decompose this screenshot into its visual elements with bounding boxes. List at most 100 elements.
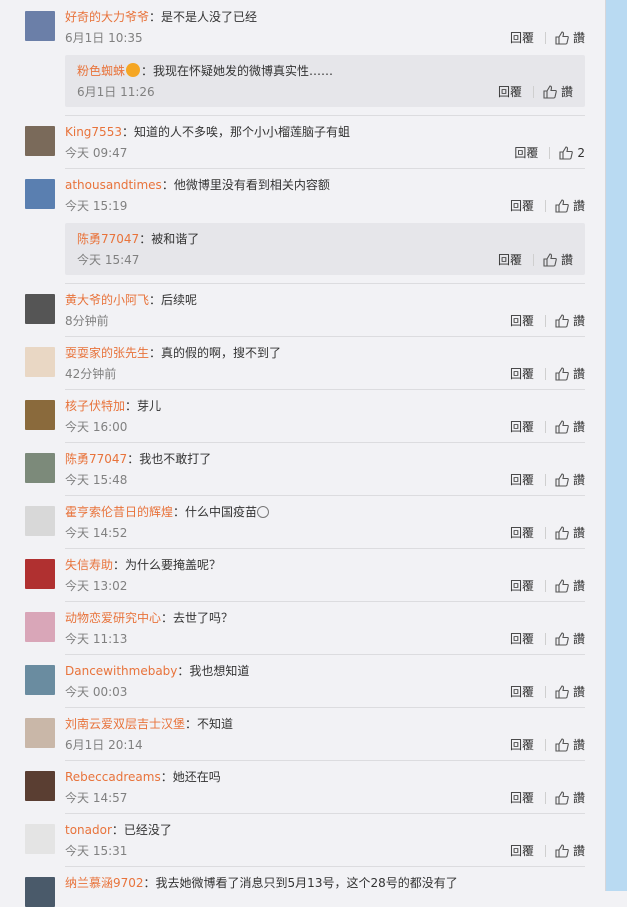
like-button[interactable]: 讚	[555, 737, 585, 753]
reply-button[interactable]: 回覆	[510, 472, 534, 488]
reply-button[interactable]: 回覆	[510, 313, 534, 329]
comment-timestamp: 今天 15:47	[77, 253, 140, 267]
user-avatar[interactable]	[25, 824, 55, 854]
thumbs-up-icon	[555, 526, 573, 540]
user-avatar[interactable]	[25, 11, 55, 41]
username-link[interactable]: 霍亨索伦昔日的辉煌	[65, 505, 173, 519]
reply-button[interactable]: 回覆	[510, 843, 534, 859]
user-avatar[interactable]	[25, 294, 55, 324]
comment-line: tonador：已经没了	[65, 822, 172, 838]
action-divider	[544, 474, 546, 486]
comment-text: ：她还在吗	[160, 770, 221, 784]
comment-actions: 回覆 讚	[510, 198, 585, 214]
like-button[interactable]: 讚	[555, 198, 585, 214]
right-sidebar	[606, 0, 627, 891]
user-avatar[interactable]	[25, 506, 55, 536]
reply-button[interactable]: 回覆	[510, 684, 534, 700]
like-button[interactable]: 讚	[543, 252, 573, 268]
reply-button[interactable]: 回覆	[510, 198, 534, 214]
like-button[interactable]: 讚	[555, 684, 585, 700]
user-avatar[interactable]	[25, 400, 55, 430]
reply-button[interactable]: 回覆	[510, 631, 534, 647]
action-divider	[544, 315, 546, 327]
user-avatar[interactable]	[25, 453, 55, 483]
reply-button[interactable]: 回覆	[510, 790, 534, 806]
like-button[interactable]: 讚	[555, 472, 585, 488]
comment-text: ：芽儿	[125, 399, 162, 413]
action-divider	[544, 200, 546, 212]
like-label: 2	[577, 146, 585, 160]
username-link[interactable]: 黄大爷的小阿飞	[65, 293, 149, 307]
username-link[interactable]: 动物恋爱研究中心	[65, 611, 161, 625]
username-link[interactable]: 粉色蜘蛛	[77, 64, 125, 78]
like-button[interactable]: 讚	[555, 578, 585, 594]
reply-button[interactable]: 回覆	[510, 366, 534, 382]
username-link[interactable]: 刘南云爱双层吉士汉堡	[65, 717, 185, 731]
like-button[interactable]: 讚	[555, 30, 585, 46]
reply-button[interactable]: 回覆	[510, 419, 534, 435]
username-link[interactable]: 好奇的大力爷爷	[65, 10, 149, 24]
comment-line: 动物恋爱研究中心：去世了吗？	[65, 610, 233, 626]
action-divider	[544, 686, 546, 698]
like-button[interactable]: 讚	[555, 525, 585, 541]
comment-actions: 回覆 讚	[510, 472, 585, 488]
action-divider	[544, 580, 546, 592]
comment-timestamp: 今天 14:52	[65, 526, 128, 540]
like-button[interactable]: 讚	[555, 366, 585, 382]
comment-text: ：是不是人没了已经	[149, 10, 258, 24]
reply-button[interactable]: 回覆	[510, 525, 534, 541]
thumbs-up-icon	[555, 844, 573, 858]
username-link[interactable]: tonador	[65, 823, 112, 837]
reply-button[interactable]: 回覆	[510, 30, 534, 46]
reply-button[interactable]: 回覆	[510, 578, 534, 594]
comment-divider	[65, 707, 585, 708]
comment-timestamp: 6月1日 10:35	[65, 31, 143, 45]
username-link[interactable]: 陈勇77047	[77, 232, 139, 246]
reply-button[interactable]: 回覆	[498, 252, 522, 268]
action-divider	[544, 633, 546, 645]
username-link[interactable]: 纳兰慕涵9702	[65, 876, 144, 890]
user-avatar[interactable]	[25, 126, 55, 156]
like-button[interactable]: 讚	[555, 790, 585, 806]
comment-timestamp: 今天 15:31	[65, 844, 128, 858]
like-button[interactable]: 讚	[555, 843, 585, 859]
username-link[interactable]: 耍耍家的张先生	[65, 346, 149, 360]
like-label: 讚	[572, 31, 585, 45]
comment-actions: 回覆 讚	[498, 252, 573, 268]
user-avatar[interactable]	[25, 559, 55, 589]
username-link[interactable]: athousandtimes	[65, 178, 162, 192]
user-avatar[interactable]	[25, 665, 55, 695]
comment-line: 纳兰慕涵9702：我去她微博看了消息只到5月13号，这个28号的都没有了	[65, 875, 458, 891]
user-avatar[interactable]	[25, 718, 55, 748]
username-link[interactable]: Dancewithmebaby	[65, 664, 177, 678]
reply-button[interactable]: 回覆	[514, 145, 538, 161]
user-avatar[interactable]	[25, 612, 55, 642]
thumbs-up-icon	[555, 791, 573, 805]
thumbs-up-icon	[555, 314, 573, 328]
comment-timestamp: 今天 15:48	[65, 473, 128, 487]
reply-button[interactable]: 回覆	[498, 84, 522, 100]
user-avatar[interactable]	[25, 179, 55, 209]
comment-timestamp: 今天 15:19	[65, 199, 128, 213]
like-button[interactable]: 讚	[555, 419, 585, 435]
comment-divider	[65, 548, 585, 549]
action-divider	[544, 739, 546, 751]
username-link[interactable]: 陈勇77047	[65, 452, 127, 466]
user-avatar[interactable]	[25, 347, 55, 377]
comment-text: ：我去她微博看了消息只到5月13号，这个28号的都没有了	[143, 876, 458, 890]
username-link[interactable]: King7553	[65, 125, 122, 139]
comment-line: Rebeccadreams：她还在吗	[65, 769, 221, 785]
comment-text: ：我现在怀疑她发的微博真实性……	[141, 64, 334, 78]
username-link[interactable]: Rebeccadreams	[65, 770, 161, 784]
like-button[interactable]: 2	[559, 145, 585, 161]
username-link[interactable]: 核子伏特加	[65, 399, 125, 413]
like-button[interactable]: 讚	[555, 313, 585, 329]
comment-actions: 回覆 讚	[510, 30, 585, 46]
like-button[interactable]: 讚	[543, 84, 573, 100]
like-button[interactable]: 讚	[555, 631, 585, 647]
reply-button[interactable]: 回覆	[510, 737, 534, 753]
username-link[interactable]: 失信寿助	[65, 558, 113, 572]
user-avatar[interactable]	[25, 877, 55, 907]
user-avatar[interactable]	[25, 771, 55, 801]
like-label: 讚	[572, 844, 585, 858]
